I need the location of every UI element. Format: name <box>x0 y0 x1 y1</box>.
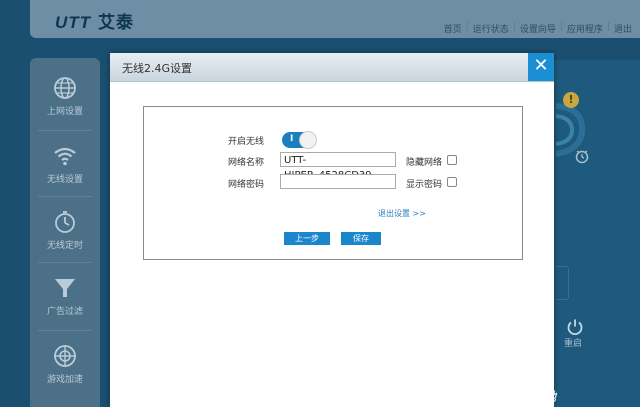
alarm-clock-icon[interactable] <box>574 148 590 164</box>
divider <box>38 130 92 131</box>
alert-icon[interactable]: ! <box>563 92 579 108</box>
power-icon[interactable] <box>566 318 584 336</box>
divider <box>38 262 92 263</box>
password-input[interactable] <box>280 174 396 189</box>
enable-wireless-toggle[interactable]: I <box>282 131 317 149</box>
sidebar-item-game-accel[interactable]: 游戏加速 <box>30 334 100 394</box>
nav-wizard[interactable]: 设置向导 <box>520 22 556 35</box>
ssid-input[interactable]: UTT-HIPER_4528CD39 <box>280 152 396 181</box>
close-icon: ✕ <box>533 55 549 76</box>
nav-status[interactable]: 运行状态 <box>473 22 509 35</box>
divider <box>38 330 92 331</box>
restart-label[interactable]: 重启 <box>564 336 582 349</box>
prev-step-button[interactable]: 上一步 <box>284 232 330 245</box>
sidebar-item-wireless-timer[interactable]: 无线定时 <box>30 200 100 260</box>
show-password-label: 显示密码 <box>406 180 443 190</box>
timer-icon <box>55 211 75 233</box>
top-bar: UTT 艾泰 首页 | 运行状态 | 设置向导 | 应用程序 | 退出 <box>30 0 640 38</box>
nav-apps[interactable]: 应用程序 <box>567 22 603 35</box>
top-nav: 首页 | 运行状态 | 设置向导 | 应用程序 | 退出 <box>443 22 632 35</box>
save-button[interactable]: 保存 <box>341 232 381 245</box>
sidebar-item-ad-filter[interactable]: 广告过滤 <box>30 266 100 326</box>
wireless-settings-dialog: 无线2.4G设置 ✕ 开启无线 I 网络名称 UTT-HIPER_4528CD3… <box>110 53 554 407</box>
exit-settings-link[interactable]: 退出设置 >> <box>378 208 426 219</box>
panel-tab <box>556 266 569 300</box>
globe-icon <box>54 77 76 99</box>
dialog-header: 无线2.4G设置 ✕ <box>110 53 554 82</box>
watermark-logo-icon <box>490 386 508 403</box>
sidebar: 上网设置 无线设置 无线定时 广告过滤 游戏加速 <box>30 58 100 407</box>
divider <box>38 196 92 197</box>
nav-logout[interactable]: 退出 <box>614 22 632 35</box>
password-label: 网络密码 <box>228 180 265 190</box>
close-button[interactable]: ✕ <box>528 53 554 81</box>
filter-icon <box>55 279 75 297</box>
hide-network-label: 隐藏网络 <box>406 158 443 168</box>
wifi-icon <box>54 147 76 166</box>
ssid-label: 网络名称 <box>228 158 265 168</box>
dialog-title: 无线2.4G设置 <box>122 62 193 75</box>
show-password-checkbox[interactable] <box>447 177 457 187</box>
watermark: 系统天地 <box>508 390 557 404</box>
sidebar-item-wireless[interactable]: 无线设置 <box>30 134 100 194</box>
target-icon <box>54 345 76 367</box>
hide-network-checkbox[interactable] <box>447 155 457 165</box>
logo: UTT 艾泰 <box>55 13 134 33</box>
toggle-knob <box>299 131 317 149</box>
nav-home[interactable]: 首页 <box>444 22 462 35</box>
enable-wireless-label: 开启无线 <box>228 137 265 147</box>
sidebar-item-internet[interactable]: 上网设置 <box>30 66 100 126</box>
toggle-on-mark: I <box>290 134 294 144</box>
